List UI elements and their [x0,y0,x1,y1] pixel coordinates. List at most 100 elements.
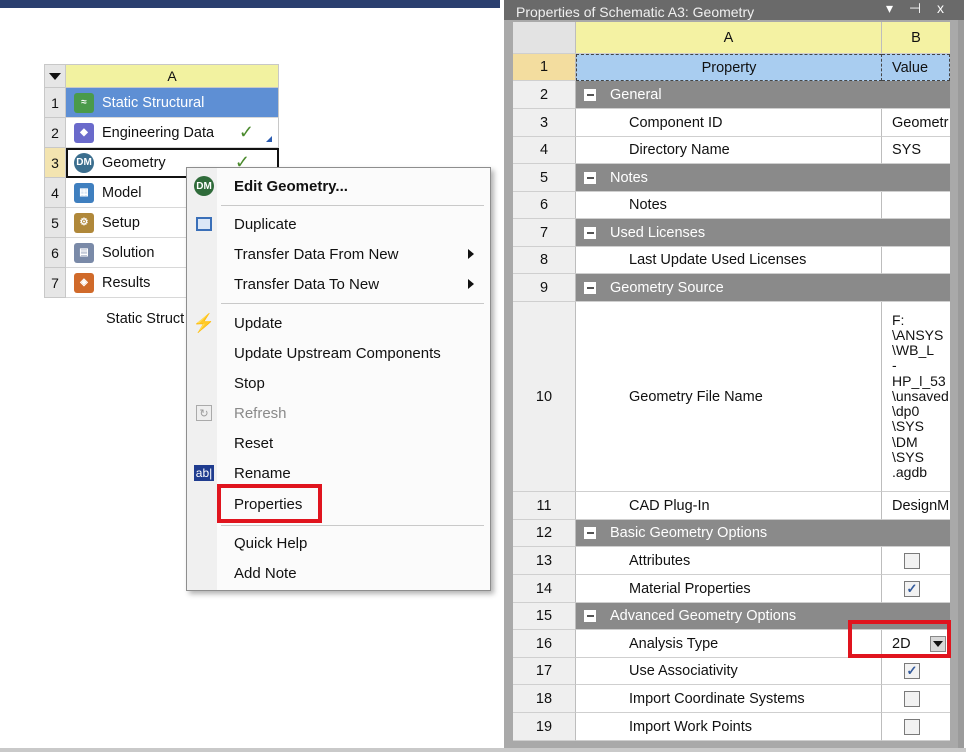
project-schematic-titlebar [0,0,500,8]
property-name: Notes [576,192,882,219]
properties-title: Properties of Schematic A3: Geometry [516,4,755,20]
property-row-10[interactable]: 10 Geometry File Name F: \ANSYS \WB_L -H… [513,302,950,492]
property-group-used-licenses[interactable]: 7 Used Licenses [513,219,950,247]
menu-item-stop[interactable]: Stop [187,368,490,398]
highlight-analysis-type-box [848,620,951,658]
collapse-icon[interactable] [584,171,596,184]
menu-item-quick-help[interactable]: Quick Help [187,528,490,558]
cell-label: Model [102,184,142,201]
import-work-points-checkbox[interactable] [904,718,920,735]
column-b-header[interactable]: B [882,22,950,54]
property-row-11[interactable]: 11 CAD Plug-In DesignM [513,492,950,520]
menu-item-label: Update Upstream Components [234,344,441,362]
row-number: 9 [513,274,576,302]
group-label: Notes [610,169,648,186]
menu-item-transfer-data-from-new[interactable]: Transfer Data From New [187,239,490,269]
property-row-17[interactable]: 17 Use Associativity ✓ [513,658,950,685]
system-caption[interactable]: Static Struct [106,311,184,327]
value-header: Value [882,54,950,81]
properties-titlebar: Properties of Schematic A3: Geometry ▾ ⊣… [504,0,964,20]
group-label: Geometry Source [610,279,724,296]
property-name: Analysis Type [576,630,882,658]
property-row-18[interactable]: 18 Import Coordinate Systems [513,685,950,713]
property-group-geometry-source[interactable]: 9 Geometry Source [513,274,950,302]
row-number: 6 [44,238,66,268]
collapse-icon[interactable] [584,226,596,239]
group-label: Basic Geometry Options [610,525,768,541]
pane-controls[interactable]: ▾ ⊣ x [886,0,950,17]
use-associativity-checkbox[interactable]: ✓ [904,663,920,679]
row-number: 16 [513,630,576,658]
material-properties-checkbox[interactable]: ✓ [904,580,920,597]
system-menu-dropdown[interactable] [44,64,66,88]
row-number: 4 [513,137,576,164]
menu-item-label: Duplicate [234,215,297,233]
menu-separator [221,205,484,206]
menu-item-edit-geometry[interactable]: DM Edit Geometry... [187,171,490,201]
menu-item-update-upstream[interactable]: Update Upstream Components [187,338,490,368]
system-row-1[interactable]: 1 ≈ Static Structural [44,88,279,118]
property-value[interactable]: Geometr [882,109,950,137]
results-icon: ◈ [74,272,94,293]
path-line: F: [892,311,905,328]
row-number: 19 [513,713,576,741]
check-icon: ✓ [238,122,254,142]
property-value[interactable] [882,192,950,219]
path-line: \DM [892,433,918,450]
property-row-8[interactable]: 8 Last Update Used Licenses [513,247,950,274]
collapse-icon[interactable] [584,527,596,539]
cell-label: Geometry [102,154,166,171]
collapse-icon[interactable] [584,281,596,294]
row-number: 5 [44,208,66,238]
property-row-14[interactable]: 14 Material Properties ✓ [513,575,950,603]
property-group-notes[interactable]: 5 Notes [513,164,950,192]
property-value[interactable]: DesignM [882,492,950,520]
menu-item-reset[interactable]: Reset [187,428,490,458]
row-number: 7 [44,268,66,298]
menu-item-transfer-data-to-new[interactable]: Transfer Data To New [187,269,490,299]
menu-item-duplicate[interactable]: Duplicate [187,209,490,239]
property-row-19[interactable]: 19 Import Work Points [513,713,950,741]
property-name: Geometry File Name [576,302,882,492]
system-row-2[interactable]: 2 ◆ Engineering Data ✓ [44,118,279,148]
chevron-down-icon [49,72,61,80]
cell-label: Results [102,274,151,291]
property-header: Property [576,54,882,81]
row-number: 17 [513,658,576,685]
path-line: .agdb [892,463,928,480]
property-name: Use Associativity [576,658,882,685]
attributes-checkbox[interactable] [904,552,920,569]
menu-item-add-note[interactable]: Add Note [187,558,490,588]
property-group-basic-geometry-options[interactable]: 12 Basic Geometry Options [513,520,950,547]
import-coordinate-systems-checkbox[interactable] [904,690,920,707]
group-label: General [610,86,662,103]
column-a-header[interactable]: A [576,22,882,54]
property-row-4[interactable]: 4 Directory Name SYS [513,137,950,164]
property-row-13[interactable]: 13 Attributes [513,547,950,575]
collapse-icon[interactable] [584,88,596,101]
cell-label: Engineering Data [102,124,215,141]
path-line: \ANSYS [892,327,944,344]
path-line: \SYS [892,418,924,435]
property-name: Import Work Points [576,713,882,741]
system-title: Static Structural [102,94,205,111]
menu-item-label: Transfer Data From New [234,245,399,263]
submenu-arrow-icon [468,249,474,259]
row-number: 13 [513,547,576,575]
row-number: 5 [513,164,576,192]
property-value[interactable]: SYS [882,137,950,164]
menu-item-label: Refresh [234,404,287,422]
engineering-data-icon: ◆ [74,122,94,143]
property-group-general[interactable]: 2 General [513,81,950,109]
property-row-6[interactable]: 6 Notes [513,192,950,219]
highlight-properties-box [217,484,322,523]
property-name: Attributes [576,547,882,575]
group-label: Advanced Geometry Options [610,608,797,624]
menu-item-update[interactable]: ⚡ Update [187,308,490,338]
property-row-3[interactable]: 3 Component ID Geometr [513,109,950,137]
collapse-icon[interactable] [584,610,596,622]
property-row-1[interactable]: 1 Property Value [513,54,950,81]
menu-item-refresh[interactable]: ↻ Refresh [187,398,490,428]
geometry-file-name-value[interactable]: F: \ANSYS \WB_L -HP_l_53 \unsaved \dp0 \… [882,302,950,492]
property-value[interactable] [882,247,950,274]
